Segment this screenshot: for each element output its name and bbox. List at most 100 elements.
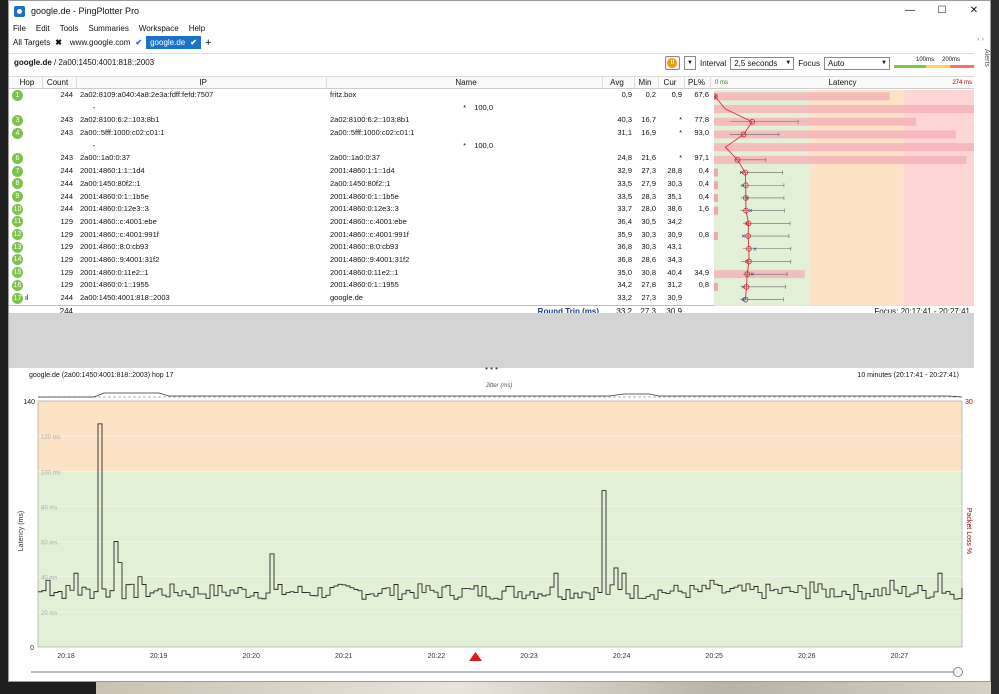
add-tab-button[interactable]: + [205,37,211,49]
close-tab-icon[interactable]: ✖ [55,36,62,49]
packet-loss-bar [714,282,718,291]
min-cell: 21,6 [641,153,656,163]
pl-cell: 1,6 [698,204,709,214]
tab-all-targets[interactable]: All Targets ✖ [9,36,66,49]
current-latency-marker: × [741,234,745,241]
hop-cell: 17 ıl [9,292,43,305]
pl-cell: 100,0 [474,102,493,112]
x-tick-label: 20:23 [520,653,538,660]
cur-cell: * [679,128,682,138]
col-avg[interactable]: Avg [603,77,635,88]
window-title: google.de - PingPlotter Pro [31,6,140,16]
x-tick-label: 20:19 [150,653,168,660]
maximize-button[interactable]: ☐ [926,1,958,21]
pl-cell [685,254,711,267]
focus-select[interactable]: Auto [824,56,890,70]
count-cell: 243 [60,115,73,125]
menu-summaries[interactable]: Summaries [88,22,128,35]
avg-cell: 31,1 [617,128,632,138]
count-cell: 129 [60,216,73,226]
menu-edit[interactable]: Edit [36,22,50,35]
pause-options-dropdown[interactable]: ▼ [683,56,696,70]
y2-top-label: 30 [965,399,973,406]
y-tick-label: 40 ms [41,576,57,582]
jitter-label: Jitter (ms) [485,383,513,389]
x-tick-label: 20:20 [242,653,260,660]
y-tick-label: 80 ms [41,505,57,511]
hop-cell: 7 [9,165,43,178]
pl-cell: 0,4 [698,166,709,176]
breadcrumb-ip: / 2a00:1450:4001:818::2003 [51,58,155,67]
min-cell: 27,3 [641,166,656,176]
current-time-marker [469,652,482,661]
name-cell: 2001:4860:1:1::1d4 [330,166,395,176]
slider-thumb[interactable] [953,667,963,677]
ip-cell: - [92,140,96,150]
ip-cell: 2001:4860:0:11e2::1 [80,267,149,277]
packet-loss-bar [714,206,719,215]
hop-badge: 8 [12,178,23,190]
min-cell: 28,6 [641,254,656,264]
y-tick-label: 100 ms [41,470,61,476]
min-cell [419,140,443,153]
x-tick-label: 20:27 [891,653,909,660]
menu-bar: File Edit Tools Summaries Workspace Help [9,22,215,35]
cur-cell: 28,8 [667,166,682,176]
ip-cell: 2a00:1450:80f2::1 [80,178,141,188]
col-min[interactable]: Min [635,77,659,88]
slider-track [31,671,963,673]
menu-help[interactable]: Help [189,22,205,35]
breadcrumb-target: google.de [14,58,52,67]
menu-file[interactable]: File [13,22,26,35]
pl-cell: 34,9 [694,267,709,277]
minimize-button[interactable]: — [894,1,926,21]
col-cur[interactable]: Cur [659,77,685,88]
ip-cell: 2001:4860:1:1::1d4 [80,166,145,176]
empty-table-area [9,313,974,368]
timeline-range[interactable]: 10 minutes (20:17:41 - 20:27:41) [857,372,959,379]
col-ip[interactable]: IP [77,77,327,88]
tab-google-de[interactable]: google.de ✔ [146,36,201,49]
tab-www-google-com[interactable]: www.google.com ✔ [66,36,146,49]
avg-cell: 35,0 [617,267,632,277]
alerts-side-tab[interactable]: Alerts [974,36,990,76]
col-name[interactable]: Name [327,77,603,88]
timeline-scroll-slider[interactable] [31,667,963,677]
hop-cell: 9 [9,191,43,204]
y-axis-label: Latency (ms) [18,511,25,551]
col-pl[interactable]: PL% [685,77,711,88]
col-hop[interactable]: Hop [9,77,43,88]
hop-cell: 1 [9,89,43,102]
col-count[interactable]: Count [43,77,77,88]
name-cell: 2001:4860::9:4001:31f2 [330,254,410,264]
count-cell: 129 [60,267,73,277]
pl-cell: 0,8 [698,280,709,290]
count-cell: 243 [60,128,73,138]
min-cell: 0,2 [645,90,656,99]
hop-badge: 12 [12,229,23,241]
hop-badge: 9 [12,191,23,203]
bar-chart-icon[interactable]: ıl [23,295,29,302]
avg-cell: 36,8 [617,242,632,252]
name-cell: google.de [330,293,363,302]
interval-label: Interval [699,58,727,68]
threshold-200-label: 200ms [942,57,961,63]
close-button[interactable]: ✕ [958,1,990,21]
interval-select[interactable]: 2,5 seconds [730,56,795,70]
cur-cell: * [463,102,466,112]
y-zero-label: 0 [30,645,34,652]
menu-tools[interactable]: Tools [60,22,79,35]
ip-cell: 2a00:1450:4001:818::2003 [80,293,170,302]
menu-workspace[interactable]: Workspace [139,22,179,35]
ip-cell: 2001:4860::c:4001:991f [80,229,159,239]
y-tick-label: 60 ms [41,541,57,547]
name-cell: fritz.box [330,90,357,99]
pause-button[interactable]: II [664,56,680,70]
avg-cell: 36,8 [617,254,632,264]
desktop-background-strip [96,682,999,694]
ip-cell: 2001:4860:0:1::1955 [80,280,149,290]
packet-loss-bar [714,193,718,202]
packet-loss-bar [714,181,718,190]
min-cell: 30,3 [641,229,656,239]
timeline-chart[interactable]: Jitter (ms) 120 ms 100 ms 80 ms 60 ms 40 ms 20… [9,381,974,666]
